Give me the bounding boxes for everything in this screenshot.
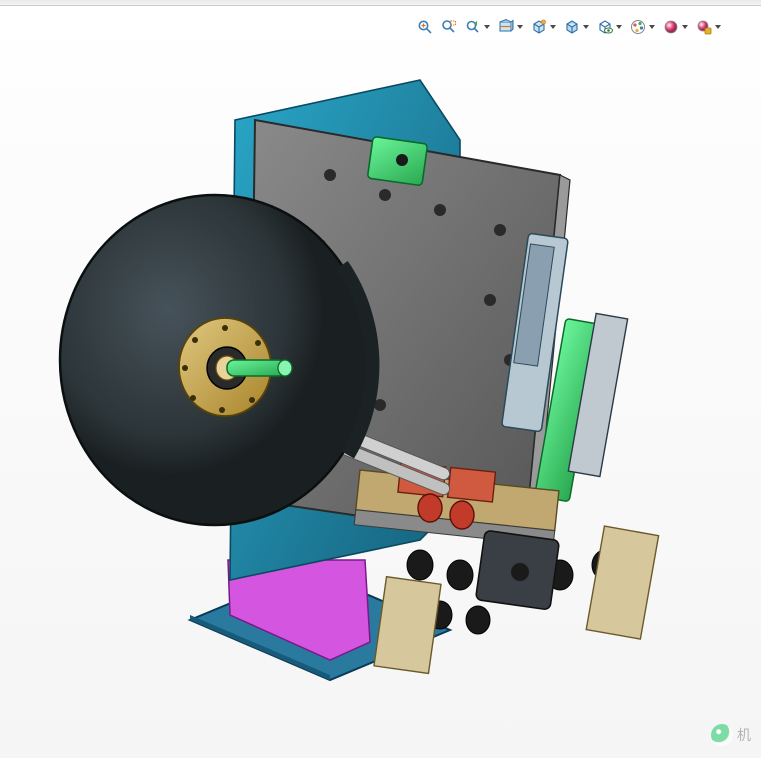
display-style-button[interactable] — [560, 15, 584, 39]
zoom-area-icon — [440, 18, 458, 36]
view-settings-icon — [695, 18, 713, 36]
edit-appearance-button[interactable] — [626, 15, 650, 39]
previous-view-button[interactable] — [461, 15, 485, 39]
chevron-down-icon — [616, 25, 622, 29]
assembly-model — [30, 60, 730, 700]
chevron-down-icon — [682, 25, 688, 29]
view-settings-button[interactable] — [692, 15, 716, 39]
zoom-to-fit-button[interactable] — [413, 15, 437, 39]
zoom-fit-icon — [416, 18, 434, 36]
hide-show-icon — [596, 18, 614, 36]
heads-up-view-toolbar — [413, 14, 725, 40]
zoom-to-area-button[interactable] — [437, 15, 461, 39]
view-orientation-icon — [530, 18, 548, 36]
hide-show-items-button[interactable] — [593, 15, 617, 39]
previous-view-icon — [464, 18, 482, 36]
chevron-down-icon — [583, 25, 589, 29]
watermark-text: 机 — [737, 725, 751, 745]
section-view-button[interactable] — [494, 15, 518, 39]
apply-scene-icon — [662, 18, 680, 36]
edit-appearance-icon — [629, 18, 647, 36]
chevron-down-icon — [649, 25, 655, 29]
chevron-down-icon — [550, 25, 556, 29]
wechat-logo-icon — [711, 724, 733, 746]
window-top-border — [0, 0, 761, 6]
watermark: 机 — [711, 724, 751, 746]
chevron-down-icon — [517, 25, 523, 29]
chevron-down-icon — [484, 25, 490, 29]
section-view-icon — [497, 18, 515, 36]
chevron-down-icon — [715, 25, 721, 29]
apply-scene-button[interactable] — [659, 15, 683, 39]
graphics-viewport[interactable]: 机 — [0, 40, 761, 758]
view-orientation-button[interactable] — [527, 15, 551, 39]
display-style-icon — [563, 18, 581, 36]
